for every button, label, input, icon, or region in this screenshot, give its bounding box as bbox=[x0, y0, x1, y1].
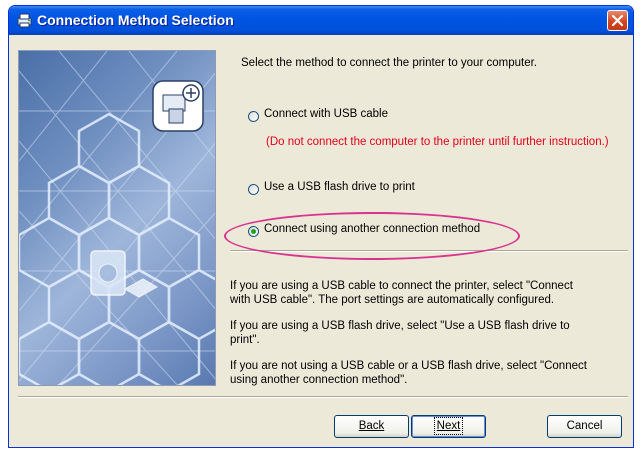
back-button[interactable]: Back bbox=[334, 415, 409, 438]
close-button[interactable] bbox=[607, 10, 628, 31]
cancel-button[interactable]: Cancel bbox=[547, 415, 622, 438]
usb-warning-text: (Do not connect the computer to the prin… bbox=[266, 136, 609, 148]
instruction-text: Select the method to connect the printer… bbox=[241, 57, 537, 69]
help-text-line: If you are not using a USB cable or a US… bbox=[230, 360, 587, 372]
title-bar[interactable]: Connection Method Selection bbox=[9, 6, 633, 35]
banner-image bbox=[18, 50, 216, 386]
printer-connection-icon bbox=[152, 80, 204, 132]
radio-usb-cable[interactable] bbox=[248, 111, 259, 122]
close-icon bbox=[611, 14, 624, 27]
option-usb-cable-label[interactable]: Connect with USB cable bbox=[264, 108, 388, 120]
option-usb-flash-drive-label[interactable]: Use a USB flash drive to print bbox=[264, 181, 415, 193]
window-title: Connection Method Selection bbox=[37, 12, 234, 28]
back-button-label: Back bbox=[358, 420, 385, 432]
cancel-button-label: Cancel bbox=[566, 420, 603, 432]
printer-icon bbox=[17, 13, 32, 28]
help-text-line: If you are using a USB cable to connect … bbox=[230, 280, 573, 292]
selection-highlight-ellipse bbox=[224, 212, 520, 260]
hexagon-pattern bbox=[19, 51, 215, 385]
help-text-line: using another connection method". bbox=[230, 374, 408, 386]
bottom-divider bbox=[18, 396, 628, 398]
radio-usb-flash-drive[interactable] bbox=[248, 184, 259, 195]
help-text-line: with USB cable". The port settings are a… bbox=[230, 294, 555, 306]
help-text-line: If you are using a USB flash drive, sele… bbox=[230, 320, 570, 332]
next-button-label: Next bbox=[433, 417, 464, 435]
help-text-line: print". bbox=[230, 334, 260, 346]
next-button[interactable]: Next bbox=[411, 415, 486, 438]
